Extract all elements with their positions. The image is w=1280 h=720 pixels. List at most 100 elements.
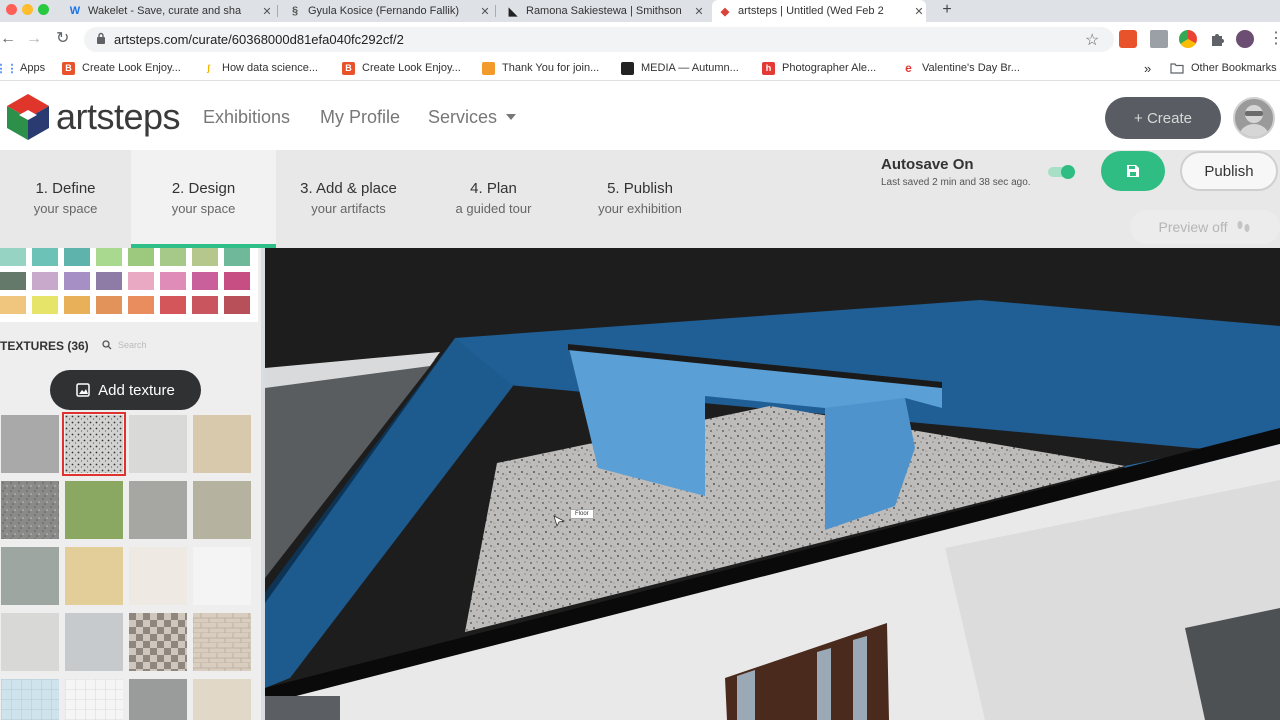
- color-swatch[interactable]: [64, 272, 90, 290]
- color-swatch[interactable]: [32, 296, 58, 314]
- other-bookmarks[interactable]: Other Bookmarks: [1170, 61, 1277, 75]
- bookmark-star-icon[interactable]: ☆: [1085, 30, 1099, 50]
- texture-tile[interactable]: [129, 415, 187, 473]
- minimize-window-button[interactable]: [22, 4, 33, 15]
- step-define[interactable]: 1. Define your space: [0, 150, 131, 248]
- user-avatar[interactable]: [1233, 97, 1275, 139]
- new-tab-button[interactable]: +: [938, 0, 956, 22]
- bookmark-item[interactable]: h Photographer Ale...: [762, 61, 876, 75]
- color-swatch[interactable]: [224, 272, 250, 290]
- create-button[interactable]: + Create: [1105, 97, 1221, 139]
- browser-tab-artsteps[interactable]: ◆ artsteps | Untitled (Wed Feb 2 ✕: [712, 0, 926, 22]
- color-swatch[interactable]: [0, 248, 26, 266]
- color-swatch[interactable]: [96, 296, 122, 314]
- back-arrow-icon[interactable]: ←: [0, 30, 16, 48]
- services-dropdown-caret-icon[interactable]: [506, 114, 516, 120]
- color-swatch[interactable]: [160, 272, 186, 290]
- texture-tile[interactable]: [1, 547, 59, 605]
- 3d-scene[interactable]: [265, 248, 1280, 720]
- bookmark-label: How data science...: [222, 62, 318, 74]
- bookmark-item[interactable]: B Create Look Enjoy...: [342, 61, 461, 75]
- texture-tile[interactable]: [65, 679, 123, 720]
- color-swatch[interactable]: [192, 248, 218, 266]
- nav-services[interactable]: Services: [428, 107, 497, 128]
- browser-tab-gyula-kosice[interactable]: § Gyula Kosice (Fernando Fallik) ✕: [282, 0, 492, 22]
- browser-tab-ramona[interactable]: ◣ Ramona Sakiestewa | Smithson ✕: [500, 0, 706, 22]
- color-swatch[interactable]: [64, 248, 90, 266]
- texture-tile[interactable]: [129, 481, 187, 539]
- nav-exhibitions[interactable]: Exhibitions: [203, 107, 290, 128]
- puzzle-extensions-icon[interactable]: [1208, 30, 1226, 48]
- close-tab-icon[interactable]: ✕: [478, 5, 492, 18]
- texture-tile[interactable]: [1, 613, 59, 671]
- texture-tile[interactable]: [1, 481, 59, 539]
- artsteps-logo-text[interactable]: artsteps: [56, 96, 181, 138]
- color-swatch[interactable]: [160, 248, 186, 266]
- texture-tile[interactable]: [62, 412, 126, 476]
- texture-tile[interactable]: [1, 679, 59, 720]
- bookmark-item[interactable]: e Valentine's Day Br...: [902, 61, 1020, 75]
- color-swatch[interactable]: [160, 296, 186, 314]
- color-swatch[interactable]: [0, 272, 26, 290]
- color-swatch[interactable]: [192, 296, 218, 314]
- preview-button[interactable]: Preview off: [1130, 210, 1280, 244]
- url-text[interactable]: artsteps.com/curate/60368000d81efa040fc2…: [114, 32, 404, 47]
- extension-icon[interactable]: [1150, 30, 1168, 48]
- color-swatch[interactable]: [96, 272, 122, 290]
- close-window-button[interactable]: [6, 4, 17, 15]
- artsteps-favicon-icon: ◆: [720, 5, 730, 18]
- texture-tile[interactable]: [193, 679, 251, 720]
- step-design[interactable]: 2. Design your space: [131, 150, 276, 248]
- texture-tile[interactable]: [129, 613, 187, 671]
- chrome-extension-icon[interactable]: [1179, 30, 1197, 48]
- artsteps-logo-icon[interactable]: [4, 92, 52, 142]
- texture-tile[interactable]: [65, 613, 123, 671]
- texture-tile[interactable]: [1, 415, 59, 473]
- browser-tab-wakelet[interactable]: W Wakelet - Save, curate and sha ✕: [62, 0, 274, 22]
- texture-tile[interactable]: [65, 547, 123, 605]
- 3d-viewport[interactable]: [265, 248, 1280, 720]
- forward-arrow-icon[interactable]: →: [26, 30, 42, 48]
- color-swatch[interactable]: [128, 296, 154, 314]
- bookmark-item[interactable]: MEDIA — Autumn...: [621, 61, 739, 75]
- color-swatch[interactable]: [224, 248, 250, 266]
- nav-my-profile[interactable]: My Profile: [320, 107, 400, 128]
- step-plan[interactable]: 4. Plan a guided tour: [421, 150, 566, 248]
- publish-button[interactable]: Publish: [1180, 151, 1278, 191]
- texture-search[interactable]: Search: [102, 340, 147, 350]
- texture-tile[interactable]: [193, 481, 251, 539]
- texture-tile[interactable]: [193, 415, 251, 473]
- autosave-toggle[interactable]: [1047, 164, 1077, 180]
- texture-tile[interactable]: [129, 547, 187, 605]
- save-button[interactable]: [1101, 151, 1165, 191]
- texture-tile[interactable]: [65, 481, 123, 539]
- more-menu-icon[interactable]: ⋮: [1268, 30, 1280, 48]
- step-publish[interactable]: 5. Publish your exhibition: [566, 150, 714, 248]
- color-swatch[interactable]: [0, 296, 26, 314]
- color-swatch[interactable]: [32, 272, 58, 290]
- close-tab-icon[interactable]: ✕: [260, 5, 274, 18]
- bookmark-item[interactable]: ʃ How data science...: [202, 61, 318, 75]
- color-swatch[interactable]: [224, 296, 250, 314]
- color-swatch[interactable]: [128, 272, 154, 290]
- close-tab-icon[interactable]: ✕: [692, 5, 706, 18]
- texture-tile[interactable]: [193, 547, 251, 605]
- profile-avatar-icon[interactable]: [1236, 30, 1254, 48]
- bookmark-item[interactable]: B Create Look Enjoy...: [62, 61, 181, 75]
- bookmark-apps[interactable]: ⋮⋮ Apps: [0, 61, 45, 75]
- honey-extension-icon[interactable]: [1119, 30, 1137, 48]
- texture-tile[interactable]: [193, 613, 251, 671]
- step-add-place[interactable]: 3. Add & place your artifacts: [276, 150, 421, 248]
- color-swatch[interactable]: [192, 272, 218, 290]
- reload-icon[interactable]: ↻: [56, 30, 69, 48]
- bookmarks-overflow-icon[interactable]: »: [1144, 61, 1151, 76]
- add-texture-button[interactable]: Add texture: [50, 370, 201, 410]
- texture-tile[interactable]: [129, 679, 187, 720]
- color-swatch[interactable]: [128, 248, 154, 266]
- close-tab-icon[interactable]: ✕: [912, 5, 926, 18]
- color-swatch[interactable]: [96, 248, 122, 266]
- zoom-window-button[interactable]: [38, 4, 49, 15]
- color-swatch[interactable]: [32, 248, 58, 266]
- color-swatch[interactable]: [64, 296, 90, 314]
- bookmark-item[interactable]: Thank You for join...: [482, 61, 599, 75]
